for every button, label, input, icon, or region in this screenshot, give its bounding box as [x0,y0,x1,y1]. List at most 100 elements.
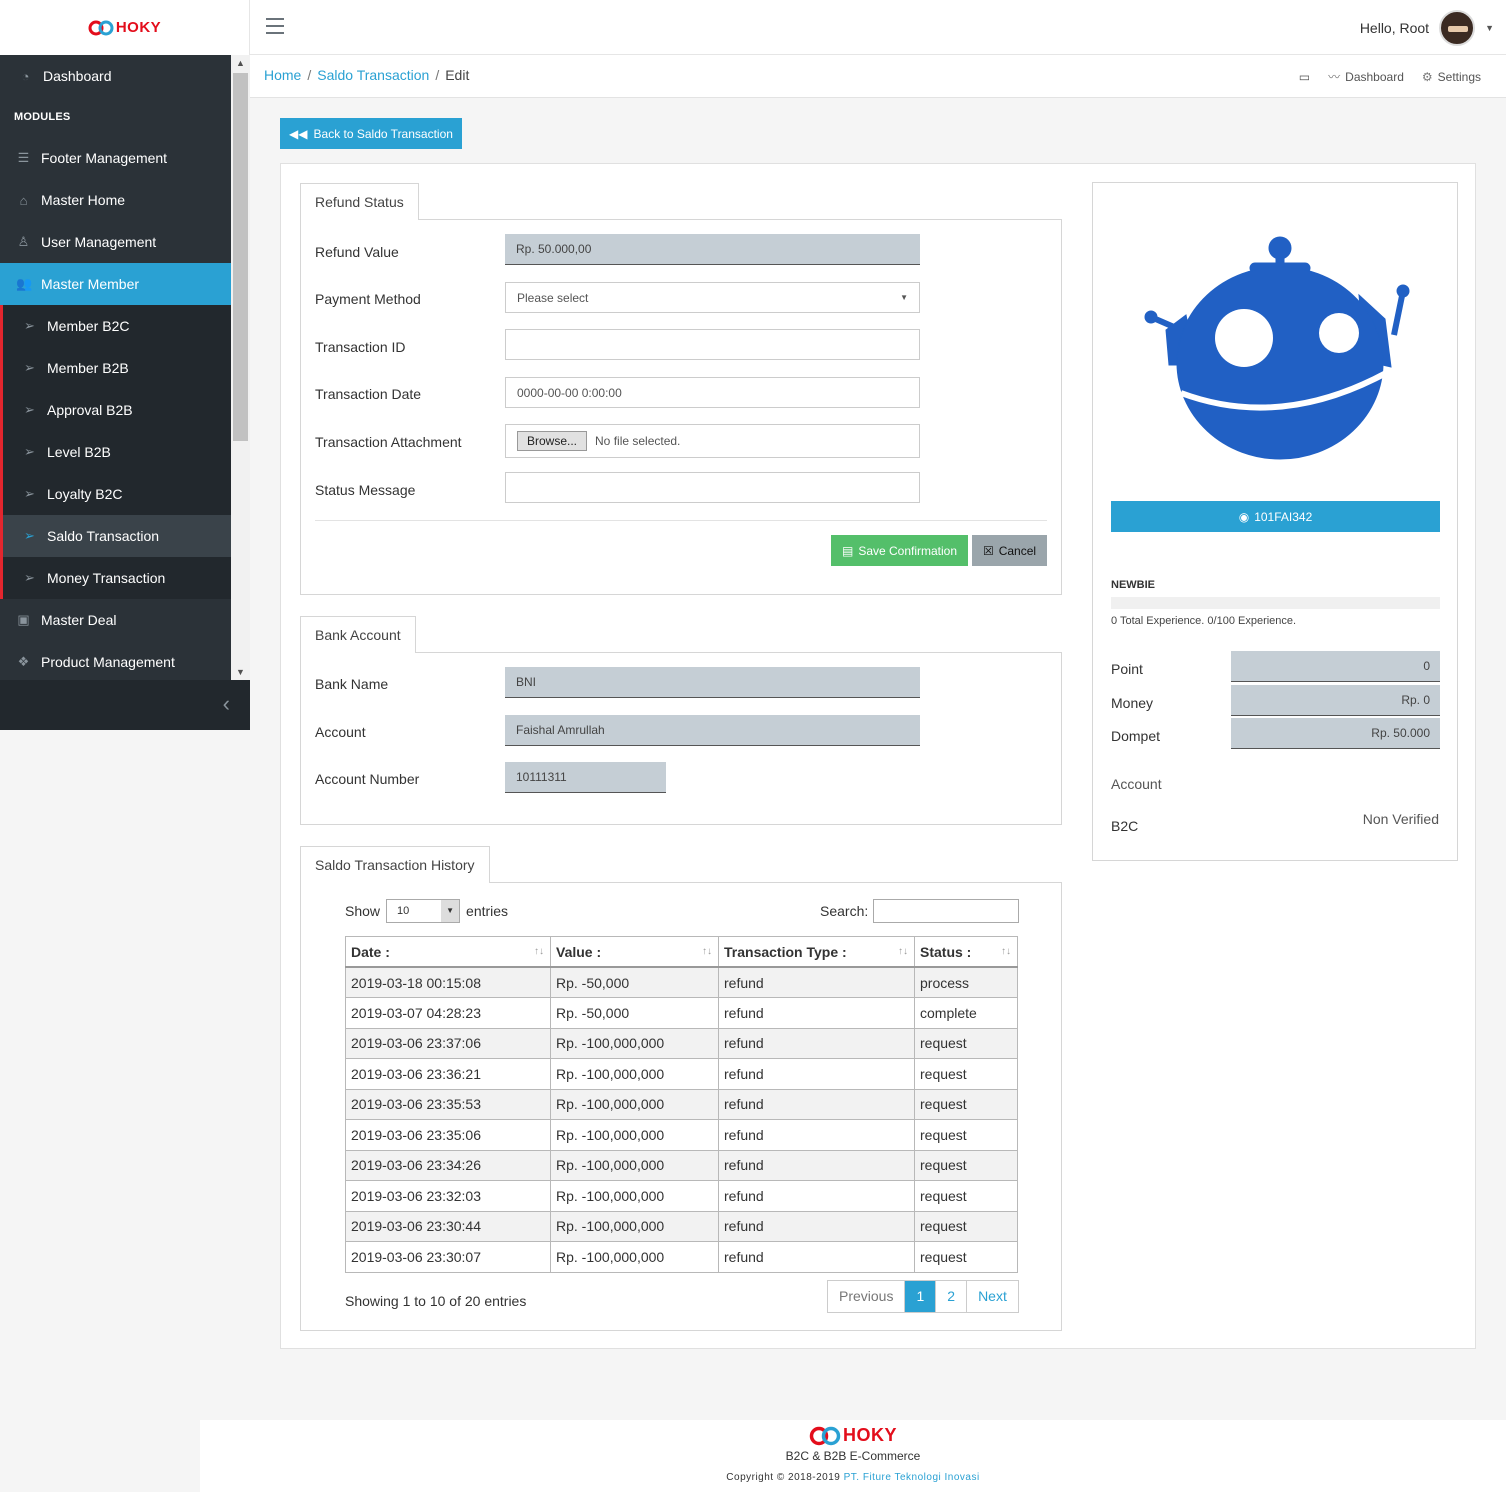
pagination-page-1[interactable]: 1 [905,1281,937,1312]
tab-saldo-transaction-history[interactable]: Saldo Transaction History [300,846,490,883]
sidebar: HOKY ◔ Dashboard MODULES ☰ Footer Manageme… [0,0,250,730]
sidebar-scrollbar[interactable]: ▲ ▼ [231,55,250,680]
history-table: Date : ↑↓ Value : ↑↓ Transaction Type : ↑↓ … [345,936,1018,1273]
user-icon: ♙ [17,234,30,249]
close-icon: ☒ [982,543,994,558]
member-id-button[interactable]: ◉ 101FAI342 [1111,501,1440,532]
scroll-down-icon[interactable]: ▼ [231,667,250,677]
breadcrumb-saldo-transaction[interactable]: Saldo Transaction [317,67,429,83]
table-row: 2019-03-06 23:35:06 Rp. -100,000,000 refun… [345,1119,1018,1151]
table-cell: 2019-03-06 23:36:21 [345,1058,551,1090]
sidebar-item-loyalty-b2c[interactable]: ➢ Loyalty B2C [0,473,231,515]
account-type: B2C [1111,818,1139,834]
table-cell: 2019-03-06 23:35:53 [345,1088,551,1120]
sidebar-item-master-member[interactable]: 👥 Master Member [0,263,231,305]
sidebar-item-member-b2b[interactable]: ➢ Member B2B [0,347,231,389]
table-cell: request [914,1027,1018,1059]
comment-icon[interactable]: ▭ [1299,70,1310,84]
account-field: Faishal Amrullah [505,715,920,746]
cancel-button[interactable]: ☒ Cancel [972,535,1047,566]
table-cell: refund [718,997,915,1029]
sidebar-item-money-transaction[interactable]: ➢ Money Transaction [0,557,231,599]
sidebar-item-footer-management[interactable]: ☰ Footer Management [0,137,231,179]
dashboard-icon: ◔ [21,68,30,84]
table-cell: refund [718,1088,915,1120]
column-header-value[interactable]: Value : ↑↓ [550,936,719,968]
bank-panel: Bank Name BNI Account Faishal Amrullah A… [300,652,1062,825]
search-input[interactable] [873,899,1020,923]
table-cell: refund [718,1119,915,1151]
toolbar-dashboard-link[interactable]: 〰 Dashboard [1328,68,1404,85]
transaction-date-field[interactable]: 0000-00-00 0:00:00 [505,377,920,408]
history-table-body: 2019-03-18 00:15:08 Rp. -50,000 refund proc… [345,966,1018,1273]
pagination-previous[interactable]: Previous [828,1281,906,1312]
user-menu[interactable]: Hello, Root ▼ [1360,10,1494,46]
sidebar-item-approval-b2b[interactable]: ➢ Approval B2B [0,389,231,431]
table-cell: 2019-03-07 04:28:23 [345,997,551,1029]
tab-refund-status[interactable]: Refund Status [300,183,419,220]
sidebar-item-saldo-transaction[interactable]: ➢ Saldo Transaction [0,515,231,557]
table-cell: Rp. -100,000,000 [550,1180,719,1212]
browse-button[interactable]: Browse... [517,431,588,451]
sidebar-item-master-home[interactable]: ⌂ Master Home [0,179,231,221]
menu-toggle-icon[interactable] [266,18,284,39]
payment-method-label: Payment Method [315,291,421,307]
transaction-attachment-field[interactable]: Browse... No file selected. [505,424,920,458]
table-row: 2019-03-06 23:35:53 Rp. -100,000,000 refun… [345,1088,1018,1120]
sidebar-collapse-button[interactable]: ‹ [0,680,250,730]
chevron-left-icon: ‹ [222,691,230,716]
footer-company-link[interactable]: PT. Fiture Teknologi Inovasi [844,1472,980,1483]
column-header-date[interactable]: Date : ↑↓ [345,936,551,968]
table-row: 2019-03-07 04:28:23 Rp. -50,000 refund comp… [345,997,1018,1029]
page-size-select[interactable]: 10 ▼ [386,899,461,923]
table-cell: refund [718,1180,915,1212]
sidebar-item-dashboard[interactable]: ◔ Dashboard [0,55,231,97]
footer-logo: HOKY [200,1425,1506,1446]
pagination-next[interactable]: Next [967,1281,1018,1312]
caret-down-icon: ▼ [900,293,908,302]
caret-down-icon[interactable]: ▼ [1485,23,1494,33]
toolbar-links: ▭ 〰 Dashboard ⚙ Settings [1299,68,1481,85]
sidebar-item-master-deal[interactable]: ▣ Master Deal [0,599,231,641]
table-cell: 2019-03-06 23:30:07 [345,1241,551,1273]
send-icon: ➢ [24,318,35,333]
table-cell: 2019-03-06 23:30:44 [345,1210,551,1242]
tab-bank-account[interactable]: Bank Account [300,616,416,653]
avatar[interactable] [1439,10,1476,46]
payment-method-select[interactable]: Please select ▼ [505,282,920,313]
transaction-id-label: Transaction ID [315,339,406,355]
column-header-transaction-type[interactable]: Transaction Type : ↑↓ [718,936,915,968]
sidebar-item-product-management[interactable]: ❖ Product Management [0,641,231,680]
trend-icon: 〰 [1328,70,1341,84]
brand-logo[interactable]: HOKY [0,0,250,55]
footer-copyright: Copyright © 2018-2019 PT. Fiture Teknolo… [726,1472,980,1483]
sidebar-item-user-management[interactable]: ♙ User Management [0,221,231,263]
status-message-label: Status Message [315,482,416,498]
footer-subtitle: B2C & B2B E-Commerce [785,1449,921,1463]
send-icon: ➢ [24,486,35,501]
send-icon: ➢ [24,528,35,543]
table-cell: request [914,1241,1018,1273]
member-level: NEWBIE [1111,579,1155,591]
verification-status: Non Verified [1362,811,1439,827]
status-message-field[interactable] [505,472,920,503]
divider [315,520,1047,521]
send-icon: ➢ [24,444,35,459]
point-label: Point [1111,661,1143,677]
back-button[interactable]: ◀◀ Back to Saldo Transaction [280,118,462,149]
column-header-status[interactable]: Status : ↑↓ [914,936,1018,968]
account-section-label: Account [1111,776,1162,792]
scroll-up-icon[interactable]: ▲ [231,58,250,68]
breadcrumb-home[interactable]: Home [264,67,301,83]
scrollbar-thumb[interactable] [233,73,248,441]
table-row: 2019-03-06 23:30:44 Rp. -100,000,000 refun… [345,1210,1018,1242]
dompet-value: Rp. 50.000 [1231,718,1440,749]
pagination-page-2[interactable]: 2 [936,1281,968,1312]
toolbar-settings-link[interactable]: ⚙ Settings [1422,70,1481,84]
sidebar-item-level-b2b[interactable]: ➢ Level B2B [0,431,231,473]
chevron-down-icon: ▼ [441,900,460,922]
sidebar-item-member-b2c[interactable]: ➢ Member B2C [0,305,231,347]
transaction-id-field[interactable] [505,329,920,360]
save-confirmation-button[interactable]: ▤ Save Confirmation [831,535,968,566]
account-number-field: 10111311 [505,762,666,793]
